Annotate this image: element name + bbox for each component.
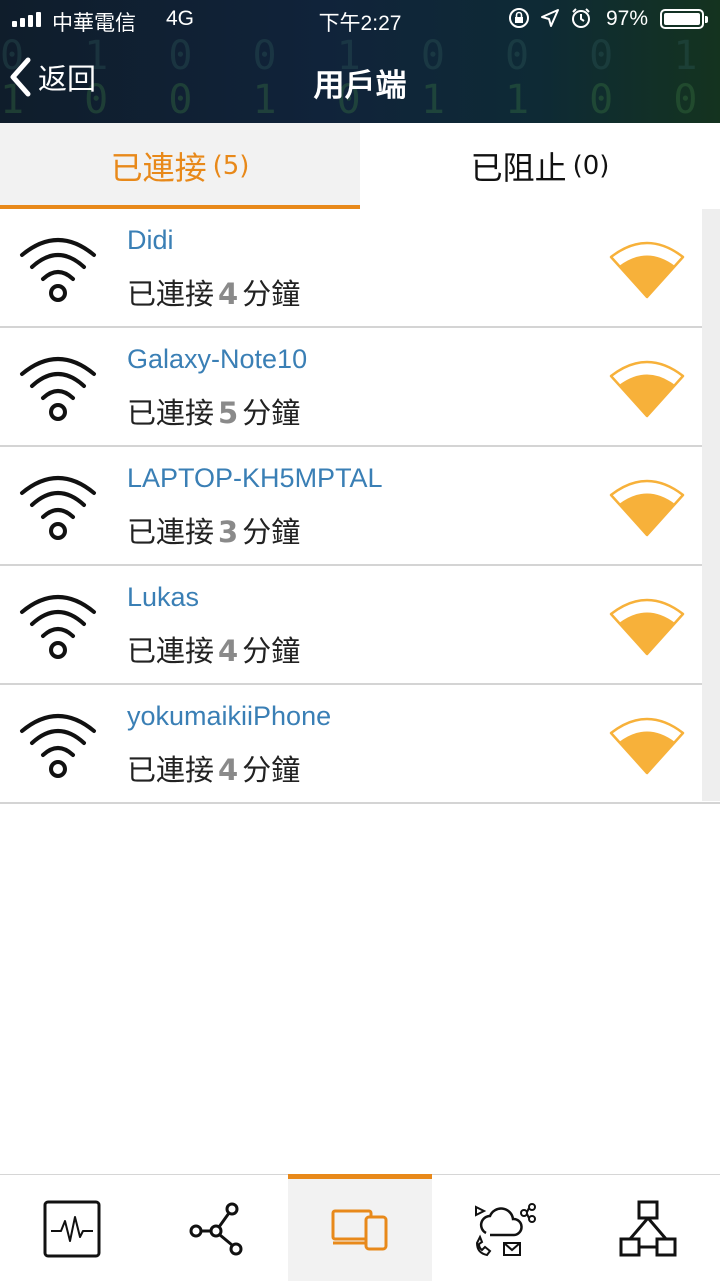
status-suffix: 分鐘 <box>242 515 301 549</box>
status-suffix: 分鐘 <box>242 753 301 787</box>
status-prefix: 已連接 <box>127 515 215 549</box>
topology-icon <box>619 1200 677 1256</box>
app-header: 0 1 0 0 1 0 0 0 1 0 1 0 0 1 0 1 0 0 1 0 … <box>0 0 720 123</box>
tab-connected-count: (5) <box>212 151 250 181</box>
cloud-share-icon <box>475 1202 536 1256</box>
status-prefix: 已連接 <box>127 396 215 430</box>
connected-minutes: 4 <box>218 634 239 668</box>
wifi-icon <box>20 595 96 659</box>
client-row[interactable]: Galaxy-Note10 已連接 5 分鐘 <box>0 328 720 447</box>
segment-tabs: 已連接 (5) 已阻止 (0) <box>0 123 720 210</box>
signal-strength-icon <box>609 717 685 775</box>
status-prefix: 已連接 <box>127 753 215 787</box>
tab-blocked-count: (0) <box>572 151 610 181</box>
client-row[interactable]: yokumaikiiPhone 已連接 4 分鐘 <box>0 685 720 804</box>
battery-icon <box>660 9 708 29</box>
scrollbar[interactable] <box>702 209 720 801</box>
signal-strength-icon <box>609 598 685 656</box>
client-list: Didi 已連接 4 分鐘 Galaxy-Note10 已連接 5 分鐘 LAPTOP-… <box>0 209 720 804</box>
client-status: 已連接 5 分鐘 <box>127 390 300 432</box>
connected-minutes: 3 <box>218 515 239 549</box>
client-status: 已連接 4 分鐘 <box>127 747 300 789</box>
alarm-icon <box>572 8 590 28</box>
devices-icon <box>331 1209 388 1250</box>
client-name: yokumaikiiPhone <box>127 701 332 731</box>
bottom-tab-bar <box>0 1174 720 1281</box>
tab-network[interactable] <box>144 1175 288 1281</box>
wifi-icon <box>20 714 96 778</box>
client-name: Lukas <box>127 582 200 612</box>
monitor-pulse-icon <box>43 1200 101 1257</box>
client-row[interactable]: LAPTOP-KH5MPTAL 已連接 3 分鐘 <box>0 447 720 566</box>
connected-minutes: 4 <box>218 753 239 787</box>
client-name: Didi <box>127 225 174 255</box>
page-title: 用戶端 <box>313 68 407 104</box>
tab-blocked-label: 已阻止 <box>470 149 567 187</box>
tab-cloud-services[interactable] <box>432 1175 576 1281</box>
wifi-icon <box>20 238 96 302</box>
status-suffix: 分鐘 <box>242 396 301 430</box>
tab-connected-label: 已連接 <box>110 149 207 187</box>
signal-strength-icon <box>609 479 685 537</box>
status-prefix: 已連接 <box>127 277 215 311</box>
connected-minutes: 5 <box>218 396 239 430</box>
status-suffix: 分鐘 <box>242 634 301 668</box>
wifi-icon <box>20 357 96 421</box>
signal-strength-icon <box>609 241 685 299</box>
battery-percent: 97% <box>606 7 649 30</box>
client-status: 已連接 4 分鐘 <box>127 628 300 670</box>
network-nodes-icon <box>189 1202 243 1255</box>
tab-topology[interactable] <box>576 1175 720 1281</box>
tab-monitor[interactable] <box>0 1175 144 1281</box>
client-name: LAPTOP-KH5MPTAL <box>127 463 383 493</box>
client-name: Galaxy-Note10 <box>127 344 308 374</box>
navigation-bar: 返回 用戶端 <box>0 38 720 123</box>
tab-connected[interactable]: 已連接 (5) <box>0 123 360 210</box>
client-row[interactable]: Didi 已連接 4 分鐘 <box>0 209 720 328</box>
client-row[interactable]: Lukas 已連接 4 分鐘 <box>0 566 720 685</box>
status-suffix: 分鐘 <box>242 277 301 311</box>
tab-devices[interactable] <box>288 1174 432 1281</box>
tab-blocked[interactable]: 已阻止 (0) <box>360 123 720 209</box>
status-prefix: 已連接 <box>127 634 215 668</box>
connected-minutes: 4 <box>218 277 239 311</box>
client-status: 已連接 3 分鐘 <box>127 509 300 551</box>
wifi-icon <box>20 476 96 540</box>
orientation-lock-icon <box>509 8 529 28</box>
client-status: 已連接 4 分鐘 <box>127 271 300 313</box>
location-arrow-icon <box>541 9 559 27</box>
signal-strength-icon <box>609 360 685 418</box>
status-bar: 中華電信 4G 下午2:27 97% <box>0 0 720 38</box>
